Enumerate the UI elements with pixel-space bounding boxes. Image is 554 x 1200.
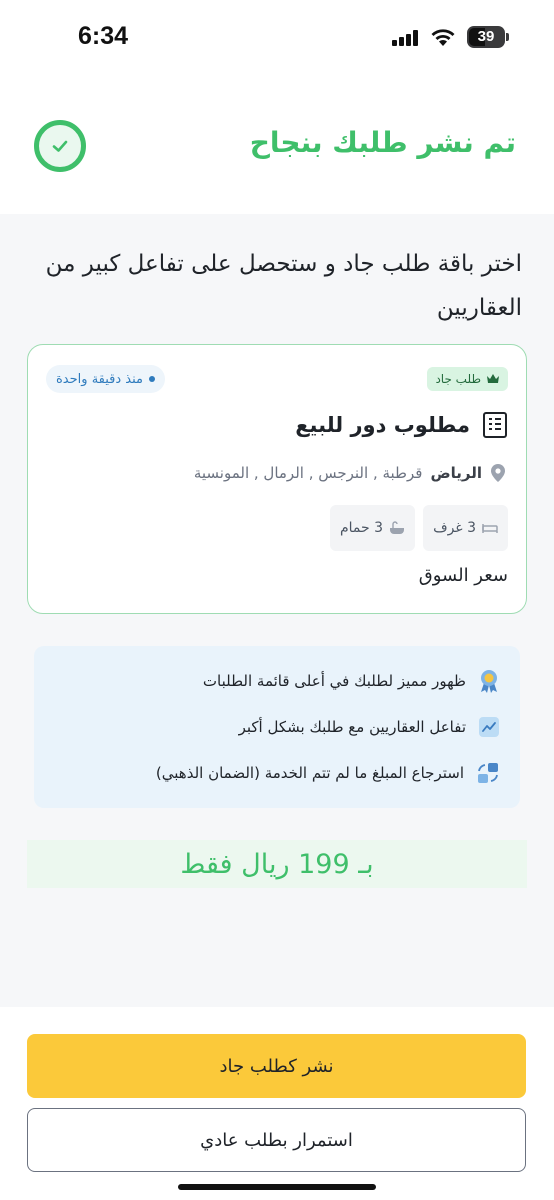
features-row: 3 غرف 3 حمام <box>330 505 508 551</box>
home-indicator <box>178 1184 376 1190</box>
location-districts: قرطبة , النرجس , الرمال , المونسية <box>193 464 423 482</box>
benefit-item-featured: ظهور مميز لطلبك في أعلى قائمة الطلبات <box>203 666 500 696</box>
request-card[interactable]: طلب جاد منذ دقيقة واحدة مطلوب دور للبيع <box>27 344 527 614</box>
request-title: مطلوب دور للبيع <box>295 413 470 437</box>
cellular-signal-icon <box>392 30 420 46</box>
time-ago-label: منذ دقيقة واحدة <box>56 371 144 387</box>
benefits-box: ظهور مميز لطلبك في أعلى قائمة الطلبات تف… <box>34 646 520 808</box>
publish-serious-button[interactable]: نشر كطلب جاد <box>27 1034 526 1098</box>
location-city: الرياض <box>430 464 482 482</box>
trend-chart-icon <box>479 717 499 737</box>
serious-tag-label: طلب جاد <box>435 372 481 386</box>
award-badge-icon <box>481 670 497 693</box>
benefit-item-refund: استرجاع المبلغ ما لم تتم الخدمة (الضمان … <box>156 758 500 788</box>
refund-icon <box>478 763 498 783</box>
battery-level: 39 <box>477 28 495 45</box>
bathtub-icon <box>390 521 405 534</box>
request-title-row: مطلوب دور للبيع <box>295 411 508 439</box>
check-circle-icon <box>34 120 86 172</box>
price-type: سعر السوق <box>418 565 508 586</box>
location-row: الرياض قرطبة , النرجس , الرمال , المونسي… <box>194 463 506 483</box>
baths-chip: 3 حمام <box>330 505 416 551</box>
price-banner: بـ 199 ريال فقط <box>27 840 527 888</box>
dot-icon <box>149 376 156 382</box>
serious-request-tag: طلب جاد <box>427 367 508 391</box>
building-icon <box>483 412 507 438</box>
continue-regular-button[interactable]: استمرار بطلب عادي <box>27 1108 526 1172</box>
rooms-chip: 3 غرف <box>423 505 508 551</box>
footer-actions: نشر كطلب جاد استمرار بطلب عادي <box>0 1007 554 1200</box>
benefit-text: ظهور مميز لطلبك في أعلى قائمة الطلبات <box>202 672 466 690</box>
status-time: 6:34 <box>78 22 129 50</box>
success-title: تم نشر طلبك بنجاح <box>249 126 516 159</box>
location-pin-icon <box>491 464 505 482</box>
price-text: بـ 199 ريال فقط <box>180 848 374 880</box>
bed-icon <box>482 524 498 533</box>
benefit-text: تفاعل العقاريين مع طلبك بشكل أكبر <box>238 718 466 736</box>
main-content: اختر باقة طلب جاد و ستحصل على تفاعل كبير… <box>0 214 554 1007</box>
promo-text: اختر باقة طلب جاد و ستحصل على تفاعل كبير… <box>45 251 522 321</box>
benefit-item-engagement: تفاعل العقاريين مع طلبك بشكل أكبر <box>239 712 500 742</box>
status-bar: 6:34 39 <box>0 0 554 80</box>
wifi-icon <box>431 29 455 46</box>
baths-label: 3 حمام <box>340 520 384 536</box>
rooms-label: 3 غرف <box>433 520 476 536</box>
success-header: تم نشر طلبك بنجاح <box>0 80 554 214</box>
battery-icon: 39 <box>467 26 505 48</box>
crown-icon <box>487 374 499 383</box>
benefit-text: استرجاع المبلغ ما لم تتم الخدمة (الضمان … <box>155 764 464 782</box>
time-ago-chip: منذ دقيقة واحدة <box>46 365 166 393</box>
